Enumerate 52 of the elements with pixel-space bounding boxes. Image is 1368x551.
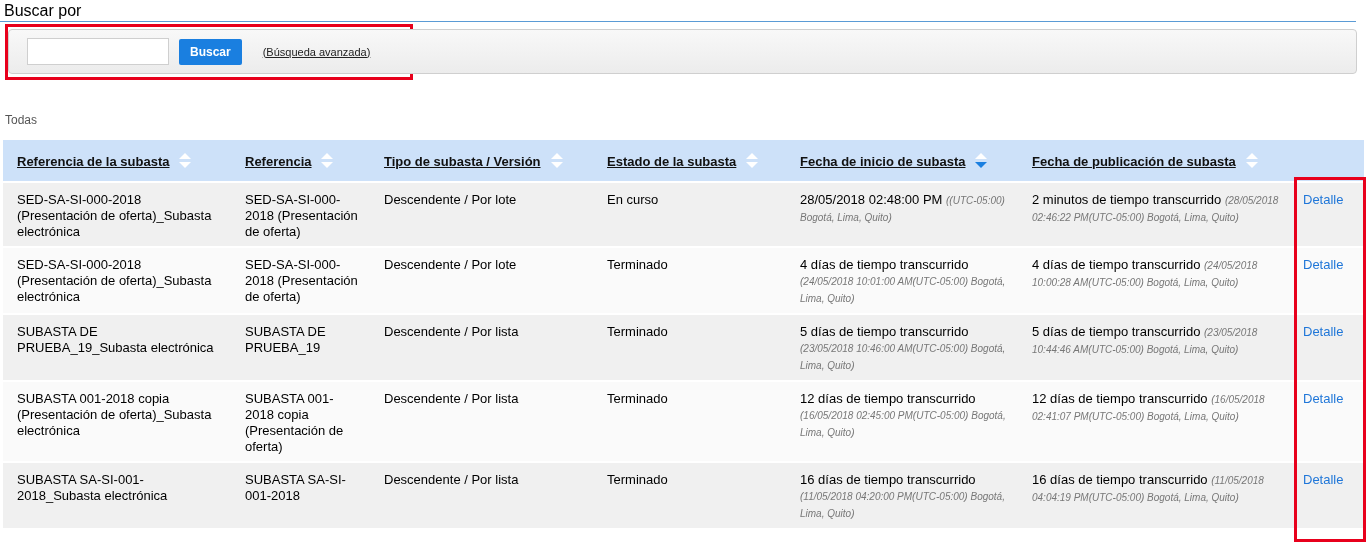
- table-cell: SUBASTA SA-SI-001-2018: [245, 472, 346, 503]
- sort-icon[interactable]: [1245, 152, 1258, 170]
- date-cell: 12 días de tiempo transcurrido (16/05/2018 02:45:00 PM(UTC-05:00) Bogotá, Lima, Quito): [800, 391, 1006, 439]
- column-header[interactable]: Fecha de publicación de subasta: [1032, 153, 1236, 169]
- table-cell: Descendente / Por lista: [384, 324, 519, 339]
- table-cell: SED-SA-SI-000-2018 (Presentación de oferta)_Subasta electrónica: [17, 192, 212, 239]
- column-header[interactable]: Referencia: [245, 153, 312, 169]
- table-cell: En curso: [607, 192, 659, 207]
- date-cell: 16 días de tiempo transcurrido (11/05/2018 04:04:19 PM(UTC-05:00) Bogotá, Lima, Quito): [1032, 472, 1264, 504]
- sort-icon[interactable]: [321, 152, 334, 170]
- table-cell: SUBASTA 001-2018 copia (Presentación de oferta): [245, 391, 344, 454]
- table-cell: Descendente / Por lista: [384, 472, 519, 487]
- sort-icon[interactable]: [550, 152, 563, 170]
- date-cell: 5 días de tiempo transcurrido (23/05/2018 10:46:00 AM(UTC-05:00) Bogotá, Lima, Quito): [800, 324, 1006, 372]
- table-cell: Terminado: [607, 324, 668, 339]
- date-cell: 4 días de tiempo transcurrido (24/05/2018 10:01:00 AM(UTC-05:00) Bogotá, Lima, Quito): [800, 257, 1006, 305]
- detail-link[interactable]: Detalle: [1303, 192, 1344, 207]
- table-cell: SED-SA-SI-000-2018 (Presentación de oferta): [245, 192, 358, 239]
- filter-label: Todas: [5, 113, 39, 127]
- column-header[interactable]: Tipo de subasta / Versión: [384, 153, 541, 169]
- table-cell: SED-SA-SI-000-2018 (Presentación de oferta): [245, 257, 358, 304]
- table-cell: Descendente / Por lote: [384, 192, 517, 207]
- date-cell: 5 días de tiempo transcurrido (23/05/2018 10:44:46 AM(UTC-05:00) Bogotá, Lima, Quito): [1032, 324, 1258, 356]
- date-cell: 2 minutos de tiempo transcurrido (28/05/2018 02:46:22 PM(UTC-05:00) Bogotá, Lima, Quito): [1032, 192, 1279, 224]
- table-cell: SUBASTA SA-SI-001-2018_Subasta electrónica: [17, 472, 168, 503]
- table-cell: SUBASTA DE PRUEBA_19_Subasta electrónica: [17, 324, 214, 355]
- table-cell: Descendente / Por lista: [384, 391, 519, 406]
- sort-descending-icon[interactable]: [975, 152, 988, 170]
- date-cell: 28/05/2018 02:48:00 PM ((UTC-05:00) Bogotá, Lima, Quito): [800, 192, 1005, 224]
- search-button[interactable]: Buscar: [179, 38, 242, 65]
- table-cell: SUBASTA DE PRUEBA_19: [245, 324, 326, 355]
- table-cell: Terminado: [607, 257, 668, 272]
- table-cell: Terminado: [607, 472, 668, 487]
- section-title: Buscar por: [0, 0, 1356, 22]
- advanced-search-link[interactable]: (Búsqueda avanzada): [262, 45, 371, 58]
- detail-link[interactable]: Detalle: [1303, 472, 1344, 487]
- detail-link[interactable]: Detalle: [1303, 324, 1344, 339]
- column-header[interactable]: Fecha de inicio de subasta: [800, 153, 966, 169]
- sort-icon[interactable]: [179, 152, 192, 170]
- date-cell: 12 días de tiempo transcurrido (16/05/2018 02:41:07 PM(UTC-05:00) Bogotá, Lima, Quito): [1032, 391, 1265, 423]
- table-cell: Terminado: [607, 391, 668, 406]
- date-cell: 16 días de tiempo transcurrido (11/05/2018 04:20:00 PM(UTC-05:00) Bogotá, Lima, Quito): [800, 472, 1005, 520]
- table-cell: SED-SA-SI-000-2018 (Presentación de oferta)_Subasta electrónica: [17, 257, 212, 304]
- table-cell: Descendente / Por lote: [384, 257, 517, 272]
- search-field[interactable]: [27, 38, 169, 65]
- detail-link[interactable]: Detalle: [1303, 391, 1344, 406]
- date-cell: 4 días de tiempo transcurrido (24/05/2018 10:00:28 AM(UTC-05:00) Bogotá, Lima, Quito): [1032, 257, 1258, 289]
- sort-icon[interactable]: [746, 152, 759, 170]
- table-cell: SUBASTA 001-2018 copia (Presentación de oferta)_Subasta electrónica: [17, 391, 212, 438]
- column-header[interactable]: Estado de la subasta: [607, 153, 737, 169]
- column-header[interactable]: Referencia de la subasta: [17, 153, 170, 169]
- detail-link[interactable]: Detalle: [1303, 257, 1344, 272]
